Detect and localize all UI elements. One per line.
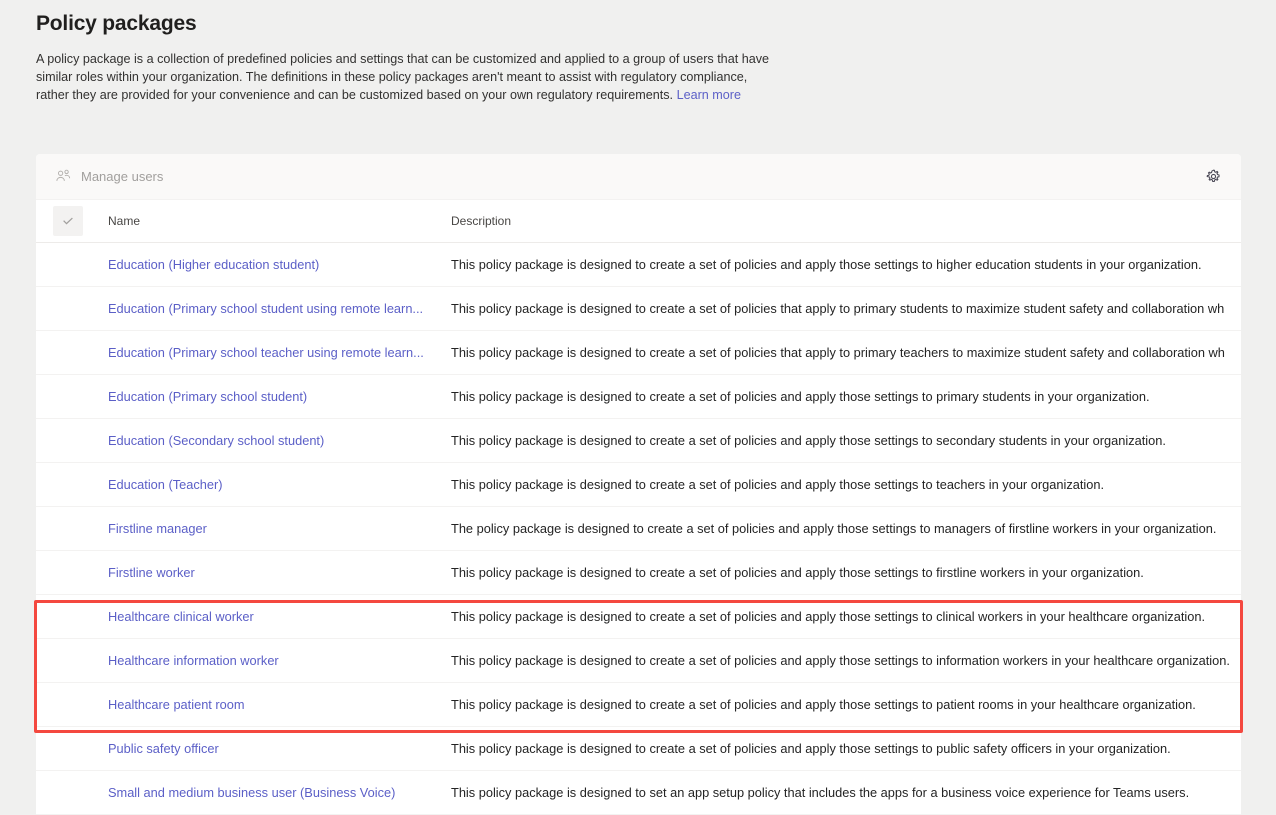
policy-package-link[interactable]: Healthcare clinical worker xyxy=(108,609,446,624)
table-row[interactable]: Small and medium business user (Business… xyxy=(36,770,1241,815)
table-row[interactable]: Firstline manager The policy package is d… xyxy=(36,506,1241,551)
select-all-checkbox[interactable] xyxy=(53,206,83,236)
policy-package-link[interactable]: Firstline manager xyxy=(108,521,446,536)
row-description-cell: This policy package is designed to creat… xyxy=(446,242,1241,287)
learn-more-link[interactable]: Learn more xyxy=(677,88,741,102)
row-name-cell: Education (Primary school student using … xyxy=(104,286,446,331)
policy-package-link[interactable]: Healthcare patient room xyxy=(108,697,446,712)
policy-package-link[interactable]: Education (Primary school student) xyxy=(108,389,446,404)
policy-package-link[interactable]: Healthcare information worker xyxy=(108,653,446,668)
row-checkbox-cell[interactable] xyxy=(36,594,104,639)
row-checkbox-cell[interactable] xyxy=(36,682,104,727)
policy-packages-table: Name Description Education (Higher educa… xyxy=(36,200,1241,815)
row-checkbox-cell[interactable] xyxy=(36,726,104,771)
row-description-cell: This policy package is designed to creat… xyxy=(446,462,1241,507)
table-header: Name Description xyxy=(36,200,1241,243)
select-all-header xyxy=(36,200,104,243)
row-name-cell: Education (Primary school student) xyxy=(104,374,446,419)
table-row[interactable]: Firstline worker This policy package is d… xyxy=(36,550,1241,595)
table-row[interactable]: Education (Primary school student) This p… xyxy=(36,374,1241,419)
people-icon xyxy=(55,168,72,185)
table-row[interactable]: Education (Primary school student using … xyxy=(36,286,1241,331)
row-name-cell: Education (Secondary school student) xyxy=(104,418,446,463)
command-bar-left: Manage users xyxy=(53,164,165,189)
row-description-cell: This policy package is designed to creat… xyxy=(446,726,1241,771)
row-name-cell: Small and medium business user (Business… xyxy=(104,770,446,815)
page-title: Policy packages xyxy=(36,12,197,35)
row-description-cell: This policy package is designed to creat… xyxy=(446,638,1241,683)
row-description-cell: This policy package is designed to creat… xyxy=(446,330,1241,375)
manage-users-label: Manage users xyxy=(81,169,164,184)
table-row[interactable]: Healthcare information worker This policy… xyxy=(36,638,1241,683)
row-name-cell: Education (Higher education student) xyxy=(104,242,446,287)
table-row[interactable]: Education (Primary school teacher using … xyxy=(36,330,1241,375)
row-name-cell: Firstline manager xyxy=(104,506,446,551)
command-bar: Manage users xyxy=(36,154,1241,200)
table-body: Education (Higher education student) This… xyxy=(36,242,1241,815)
row-name-cell: Healthcare information worker xyxy=(104,638,446,683)
row-checkbox-cell[interactable] xyxy=(36,462,104,507)
row-description-cell: This policy package is designed to creat… xyxy=(446,682,1241,727)
table-row[interactable]: Public safety officer This policy package… xyxy=(36,726,1241,771)
policy-package-link[interactable]: Education (Teacher) xyxy=(108,477,446,492)
policy-packages-card: Manage users Name Description Education … xyxy=(36,154,1241,815)
row-checkbox-cell[interactable] xyxy=(36,638,104,683)
manage-users-button[interactable]: Manage users xyxy=(53,164,165,189)
row-checkbox-cell[interactable] xyxy=(36,330,104,375)
policy-package-link[interactable]: Small and medium business user (Business… xyxy=(108,785,446,800)
policy-package-link[interactable]: Public safety officer xyxy=(108,741,446,756)
row-name-cell: Public safety officer xyxy=(104,726,446,771)
checkmark-icon xyxy=(63,217,73,225)
row-description-cell: The policy package is designed to create… xyxy=(446,506,1241,551)
table-header-row: Name Description xyxy=(36,200,1241,243)
table-row[interactable]: Education (Teacher) This policy package i… xyxy=(36,462,1241,507)
column-header-description[interactable]: Description xyxy=(446,200,1241,243)
row-name-cell: Firstline worker xyxy=(104,550,446,595)
row-checkbox-cell[interactable] xyxy=(36,374,104,419)
row-description-cell: This policy package is designed to creat… xyxy=(446,418,1241,463)
row-checkbox-cell[interactable] xyxy=(36,286,104,331)
row-checkbox-cell[interactable] xyxy=(36,770,104,815)
row-checkbox-cell[interactable] xyxy=(36,550,104,595)
row-name-cell: Education (Teacher) xyxy=(104,462,446,507)
policy-package-link[interactable]: Education (Primary school teacher using … xyxy=(108,345,446,360)
row-description-cell: This policy package is designed to creat… xyxy=(446,550,1241,595)
row-checkbox-cell[interactable] xyxy=(36,418,104,463)
policy-package-link[interactable]: Firstline worker xyxy=(108,565,446,580)
row-name-cell: Healthcare clinical worker xyxy=(104,594,446,639)
table-row[interactable]: Healthcare clinical worker This policy pa… xyxy=(36,594,1241,639)
row-name-cell: Education (Primary school teacher using … xyxy=(104,330,446,375)
table-row[interactable]: Education (Secondary school student) This… xyxy=(36,418,1241,463)
gear-icon[interactable] xyxy=(1199,163,1227,191)
policy-package-link[interactable]: Education (Secondary school student) xyxy=(108,433,446,448)
page-header: Policy packages A policy package is a co… xyxy=(0,0,1276,104)
row-description-cell: This policy package is designed to creat… xyxy=(446,374,1241,419)
table-row[interactable]: Education (Higher education student) This… xyxy=(36,242,1241,287)
row-description-cell: This policy package is designed to creat… xyxy=(446,286,1241,331)
row-description-cell: This policy package is designed to creat… xyxy=(446,594,1241,639)
row-checkbox-cell[interactable] xyxy=(36,506,104,551)
policy-package-link[interactable]: Education (Primary school student using … xyxy=(108,301,446,316)
row-name-cell: Healthcare patient room xyxy=(104,682,446,727)
row-checkbox-cell[interactable] xyxy=(36,242,104,287)
row-description-cell: This policy package is designed to set a… xyxy=(446,770,1241,815)
table-row[interactable]: Healthcare patient room This policy packa… xyxy=(36,682,1241,727)
policy-package-link[interactable]: Education (Higher education student) xyxy=(108,257,446,272)
column-header-name[interactable]: Name xyxy=(104,200,446,243)
page-description: A policy package is a collection of pred… xyxy=(36,50,776,104)
page-description-text: A policy package is a collection of pred… xyxy=(36,52,770,102)
